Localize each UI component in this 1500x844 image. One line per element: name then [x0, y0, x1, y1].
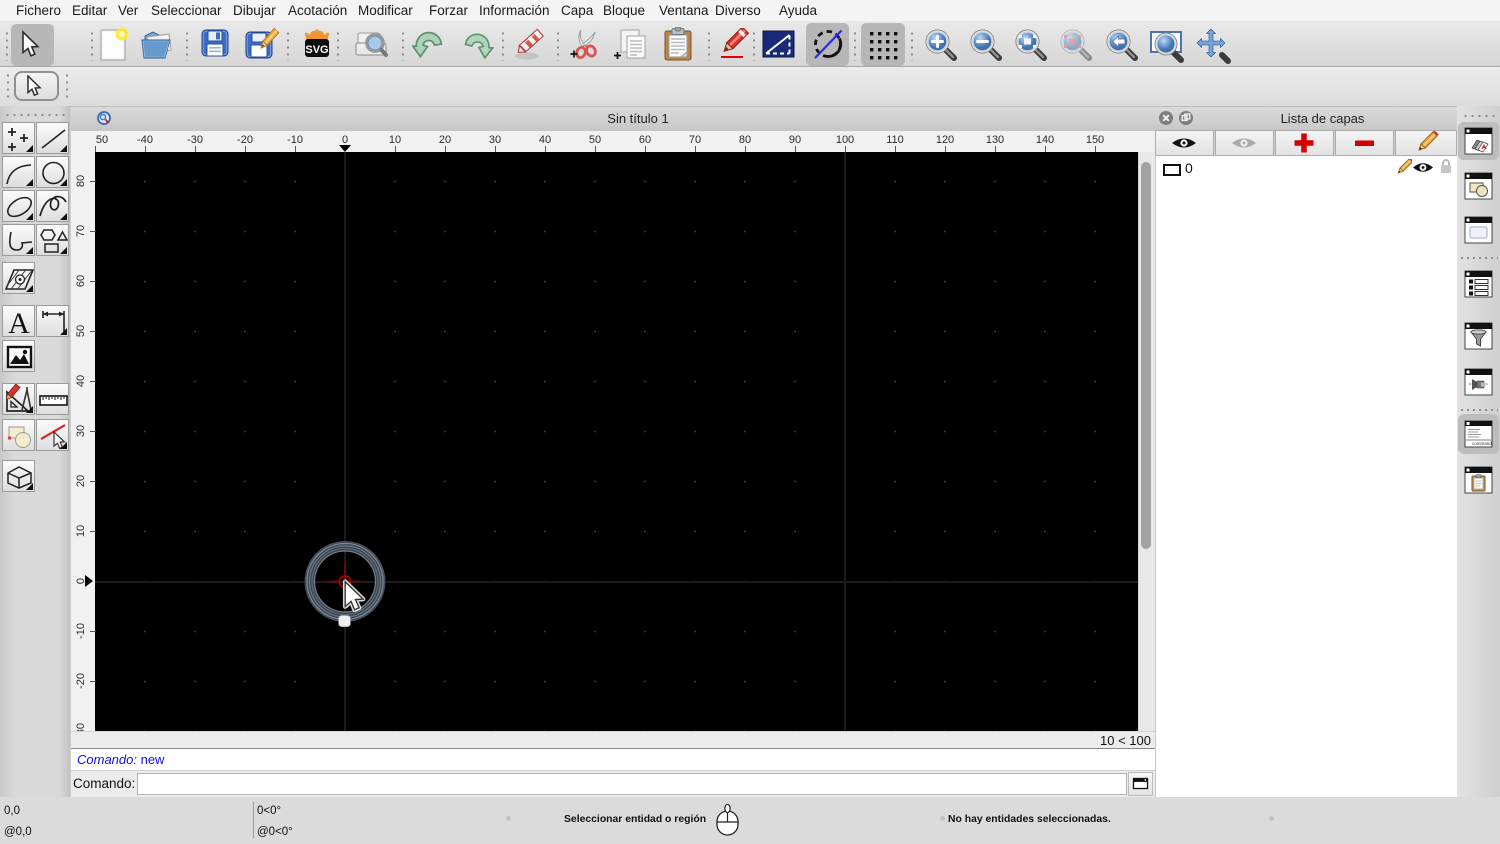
svg-text:command: command	[1472, 441, 1492, 446]
svg-text:A: A	[8, 307, 30, 338]
svg-text:SVG: SVG	[305, 44, 328, 56]
